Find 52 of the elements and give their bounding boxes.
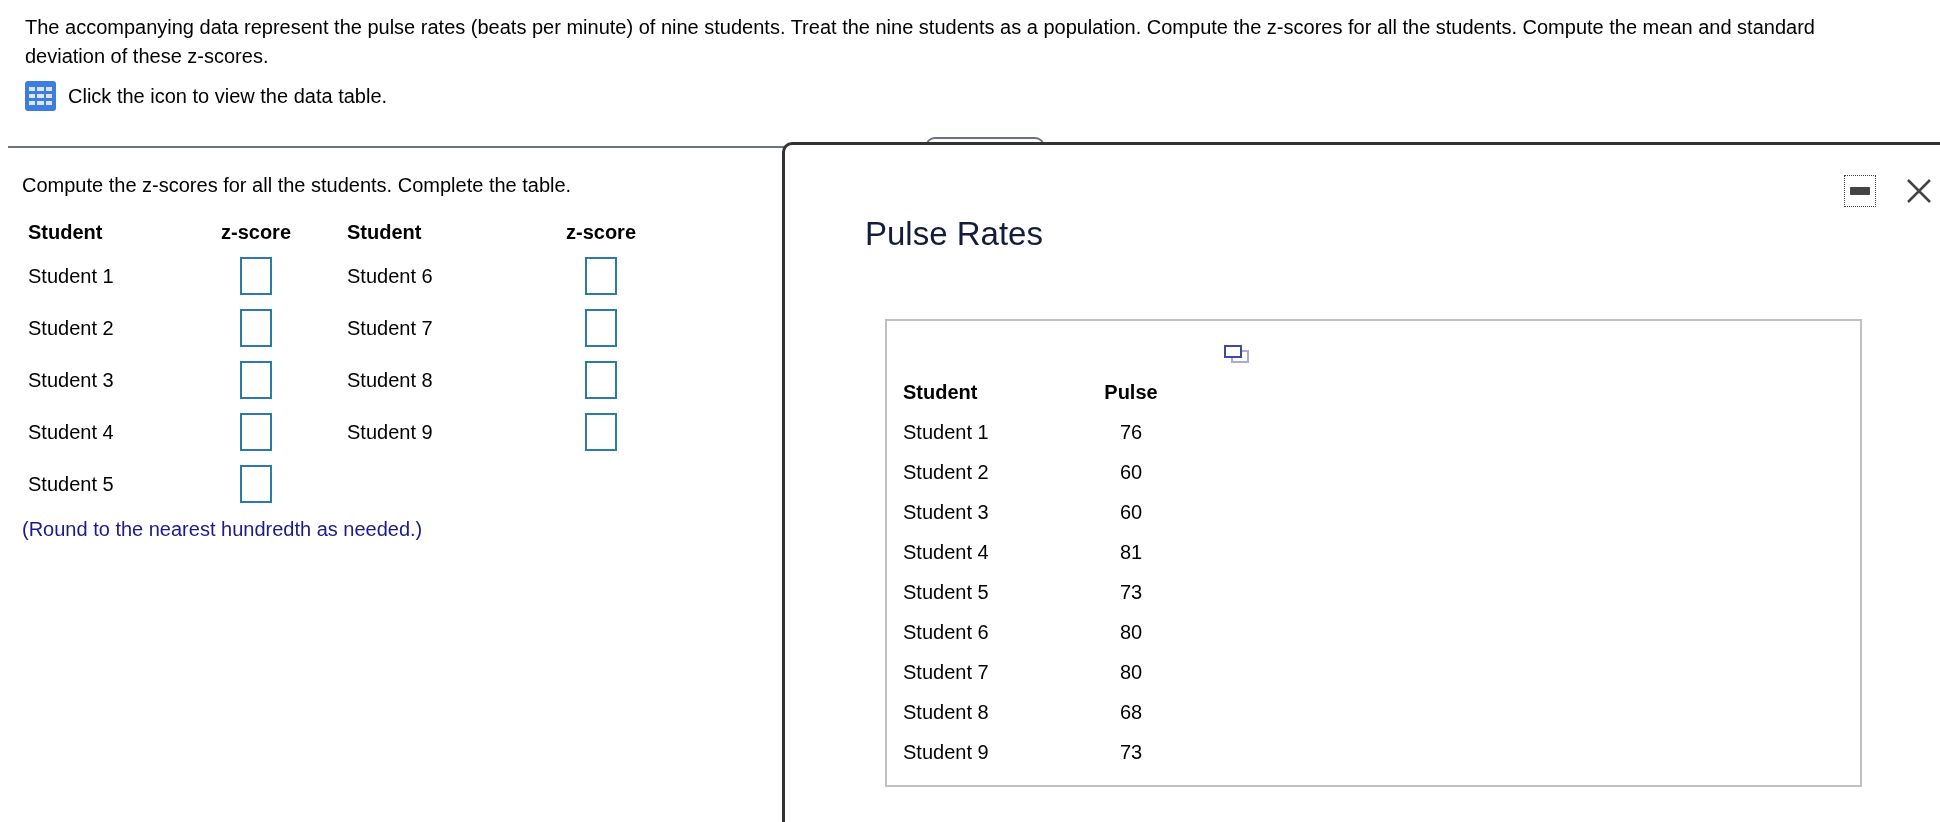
answer-field[interactable] (240, 413, 272, 451)
column-header: Student (28, 220, 103, 245)
copy-icon[interactable] (1224, 344, 1250, 363)
student-label: Student 5 (28, 472, 114, 497)
table-cell-text: 81 (1119, 539, 1143, 565)
table-cell-text: Student 7 (903, 659, 989, 685)
minimize-button[interactable] (1844, 175, 1876, 207)
table-cell-text: 76 (1119, 419, 1143, 445)
answer-field[interactable] (240, 257, 272, 295)
table-cell-text: Student 6 (903, 619, 989, 645)
table-cell-text: Student 8 (903, 699, 989, 725)
table-cell-text: 60 (1119, 459, 1143, 485)
student-label: Student 1 (28, 264, 114, 289)
table-cell-text: Student 9 (903, 739, 989, 765)
table-cell-text: 73 (1119, 579, 1143, 605)
table-cell-text: Student 5 (903, 579, 989, 605)
table-cell-text: 68 (1119, 699, 1143, 725)
column-header: Student (346, 220, 422, 245)
student-label: Student 2 (28, 316, 114, 341)
table-cell-text: Student 3 (903, 499, 989, 525)
table-cell-text: Student 2 (903, 459, 989, 485)
rounding-note: (Round to the nearest hundredth as needed.) (22, 517, 424, 542)
answer-field[interactable] (585, 257, 617, 295)
table-icon[interactable] (25, 81, 56, 111)
student-label: Student 9 (347, 420, 433, 445)
table-cell-text: Student 1 (903, 419, 989, 445)
column-header: z-score (221, 220, 291, 245)
close-icon[interactable] (1906, 178, 1932, 204)
data-table-link[interactable]: Click the icon to view the data table. (68, 81, 388, 111)
student-label: Student 6 (347, 264, 433, 289)
student-label: Student 4 (28, 420, 114, 445)
answer-field[interactable] (240, 465, 272, 503)
minimize-icon (1850, 187, 1870, 195)
answer-field[interactable] (585, 413, 617, 451)
table-cell-text: 60 (1119, 499, 1143, 525)
table-cell-text: 80 (1119, 659, 1143, 685)
column-header: Pulse (1104, 379, 1158, 405)
dialog-title: Pulse Rates (865, 214, 1043, 254)
instruction-text: Compute the z-scores for all the students. Complete the table. (22, 173, 573, 198)
column-header: z-score (566, 220, 636, 245)
column-header: Student (903, 379, 978, 405)
intro-text: The accompanying data represent the pulse rates (beats per minute) of nine students. Treat the nine students as a population. Compute the z-scores for all the students. Compute the mean and standard deviation of these z-scores. (25, 15, 1816, 69)
answer-field[interactable] (240, 361, 272, 399)
table-cell-text: Student 4 (903, 539, 989, 565)
answer-field[interactable] (240, 309, 272, 347)
table-cell-text: 73 (1119, 739, 1143, 765)
student-label: Student 8 (347, 368, 433, 393)
answer-field[interactable] (585, 361, 617, 399)
answer-field[interactable] (585, 309, 617, 347)
student-label: Student 7 (347, 316, 433, 341)
table-cell-text: 80 (1119, 619, 1143, 645)
student-label: Student 3 (28, 368, 114, 393)
